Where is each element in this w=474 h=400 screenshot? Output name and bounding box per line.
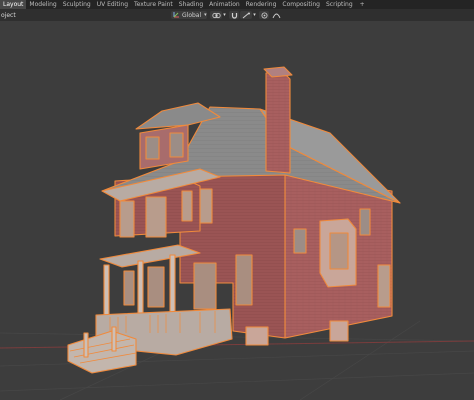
falloff-curve-icon: [272, 12, 281, 19]
workspace-tab-texture-paint[interactable]: Texture Paint: [131, 0, 176, 9]
snap-target-button[interactable]: [240, 11, 252, 19]
porch-window-1[interactable]: [123, 270, 135, 306]
house-model[interactable]: [67, 66, 401, 374]
porch-column-2[interactable]: [137, 260, 144, 316]
dormer-window-left[interactable]: [145, 136, 160, 160]
basement-window-front[interactable]: [245, 326, 269, 346]
snap-toggle[interactable]: [229, 11, 239, 19]
side-bay-glass[interactable]: [329, 232, 349, 270]
chimney[interactable]: [265, 70, 291, 174]
basement-window[interactable]: [329, 320, 349, 342]
side-window-right[interactable]: [377, 264, 391, 308]
workspace-tab-uv-editing[interactable]: UV Editing: [94, 0, 131, 9]
snap-dropdown-button[interactable]: ▾: [252, 11, 257, 19]
porch-column-3[interactable]: [169, 254, 176, 316]
transform-orientation-dropdown[interactable]: Global ▾: [171, 11, 207, 19]
chevron-down-icon: ▾: [204, 12, 207, 18]
stair-rail-right[interactable]: [111, 326, 117, 352]
side-window-small[interactable]: [293, 228, 307, 254]
viewport-canvas: [0, 66, 474, 400]
dormer-window-right[interactable]: [169, 132, 184, 158]
upper-window-2[interactable]: [145, 196, 167, 238]
add-workspace-button[interactable]: +: [356, 0, 369, 9]
proportional-editing-icon: [261, 12, 268, 19]
pivot-point-button[interactable]: [210, 11, 222, 19]
workspace-tab-shading[interactable]: Shading: [176, 0, 206, 9]
workspace-tab-layout[interactable]: Layout: [0, 0, 27, 9]
workspace-tab-scripting[interactable]: Scripting: [323, 0, 356, 9]
porch-column-1[interactable]: [103, 264, 110, 316]
upper-window-1[interactable]: [119, 200, 135, 238]
transform-orientation-label: Global: [182, 11, 202, 19]
3d-viewport[interactable]: [0, 21, 474, 400]
upper-window-3[interactable]: [181, 190, 193, 222]
workspace-tab-modeling[interactable]: Modeling: [26, 0, 59, 9]
porch-window-2[interactable]: [147, 266, 165, 308]
workspace-tab-sculpting[interactable]: Sculpting: [60, 0, 94, 9]
workspace-tab-animation[interactable]: Animation: [206, 0, 243, 9]
upper-window-4[interactable]: [199, 188, 213, 224]
front-steps[interactable]: [67, 330, 137, 374]
object-mode-menu[interactable]: oject: [0, 12, 16, 20]
falloff-button[interactable]: [270, 11, 282, 19]
workspace-tab-rendering[interactable]: Rendering: [243, 0, 280, 9]
axis-icon: [173, 11, 180, 20]
snap-magnet-icon: [231, 12, 238, 19]
viewport-header: oject Global ▾ ▾ ▾: [0, 9, 474, 21]
workspace-tab-bar: Layout Modeling Sculpting UV Editing Texture…: [0, 0, 474, 9]
snap-target-icon: [242, 12, 251, 19]
workspace-tab-compositing[interactable]: Compositing: [279, 0, 323, 9]
proportional-editing-toggle[interactable]: [259, 11, 269, 19]
side-window-upper[interactable]: [359, 208, 371, 236]
pivot-point-icon: [211, 12, 221, 19]
chevron-down-icon: ▾: [223, 12, 226, 18]
side-door-window[interactable]: [235, 254, 253, 306]
chevron-down-icon: ▾: [253, 12, 256, 18]
front-door[interactable]: [193, 262, 217, 310]
stair-rail-left[interactable]: [83, 332, 89, 358]
pivot-dropdown-button[interactable]: ▾: [222, 11, 227, 19]
